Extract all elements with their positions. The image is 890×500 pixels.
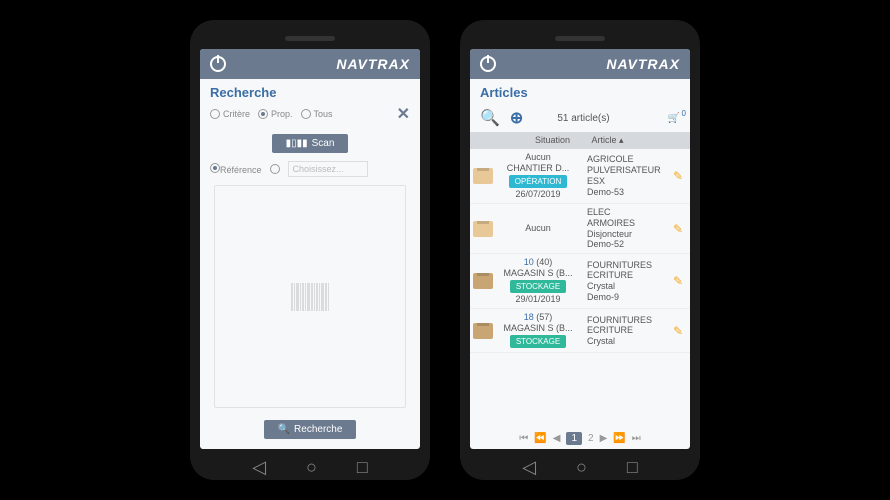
android-nav: ◁ ○ □ — [200, 457, 420, 478]
nav-home-icon[interactable]: ○ — [576, 457, 587, 478]
cell-situation: 18 (57)MAGASIN S (B...STOCKAGE — [497, 312, 579, 349]
table-row[interactable]: Aucun ELECARMOIRESDisjoncteurDemo-52 ✎ — [470, 204, 690, 254]
phone-speaker — [285, 36, 335, 41]
radio-reference[interactable]: Référence — [210, 163, 262, 175]
toolbar: 🔍 ⊕ 51 article(s) 🛒0 — [470, 104, 690, 132]
package-icon — [473, 273, 493, 289]
cell-article: FOURNITURESECRITURECrystal — [583, 315, 669, 347]
scan-button[interactable]: ▮▯▮▮Scan — [272, 134, 349, 153]
search-button[interactable]: 🔍Recherche — [264, 420, 357, 439]
search-icon[interactable]: 🔍 — [480, 108, 500, 128]
cell-article: AGRICOLEPULVERISATEURESXDemo-53 — [583, 154, 669, 197]
pager-page-2[interactable]: 2 — [588, 433, 594, 444]
package-icon — [473, 168, 493, 184]
cell-article: FOURNITURESECRITURECrystalDemo-9 — [583, 260, 669, 303]
power-icon[interactable] — [210, 56, 226, 72]
cart-icon[interactable]: 🛒0 — [668, 113, 680, 124]
package-icon — [473, 221, 493, 237]
close-icon[interactable]: ✕ — [397, 104, 410, 124]
radio-tous[interactable]: Tous — [301, 109, 333, 119]
barcode-placeholder — [291, 283, 329, 311]
table-row[interactable]: AucunCHANTIER D...OPÉRATION26/07/2019AGR… — [470, 149, 690, 204]
android-nav: ◁ ○ □ — [470, 457, 690, 478]
search-icon: 🔍 — [278, 424, 290, 435]
col-article[interactable]: Article ▴ — [580, 135, 635, 146]
pager-prev-icon[interactable]: ◀ — [553, 433, 561, 444]
phone-speaker — [555, 36, 605, 41]
article-count: 51 article(s) — [557, 113, 609, 124]
radio-blank[interactable] — [270, 164, 280, 174]
cell-situation: 10 (40)MAGASIN S (B...STOCKAGE29/01/2019 — [497, 257, 579, 305]
page-title: Articles — [470, 79, 690, 104]
package-icon — [473, 323, 493, 339]
filter-row: Critère Prop. Tous ✕ — [200, 104, 420, 130]
table-row[interactable]: 18 (57)MAGASIN S (B...STOCKAGEFOURNITURE… — [470, 309, 690, 353]
select-dropdown[interactable]: Choisissez... — [288, 161, 368, 177]
edit-icon[interactable]: ✎ — [673, 324, 687, 338]
pager-first-icon[interactable]: ⏮ — [519, 433, 528, 444]
app-header: NAVTRAX — [200, 49, 420, 79]
pager-next-icon[interactable]: ▶ — [600, 433, 608, 444]
screen-right: NAVTRAX Articles 🔍 ⊕ 51 article(s) 🛒0 Si… — [470, 49, 690, 449]
edit-icon[interactable]: ✎ — [673, 222, 687, 236]
barcode-icon: ▮▯▮▮ — [286, 138, 308, 149]
nav-home-icon[interactable]: ○ — [306, 457, 317, 478]
table-header: Situation Article ▴ — [470, 132, 690, 149]
pager-fastback-icon[interactable]: ⏪ — [534, 433, 546, 444]
cell-situation: Aucun — [497, 223, 579, 234]
pager-last-icon[interactable]: ⏭ — [632, 433, 641, 444]
nav-back-icon[interactable]: ◁ — [522, 457, 536, 478]
nav-recent-icon[interactable]: □ — [357, 457, 368, 478]
page-title: Recherche — [200, 79, 420, 104]
scan-preview — [214, 185, 406, 408]
col-situation[interactable]: Situation — [525, 135, 580, 146]
pager-fastfwd-icon[interactable]: ⏩ — [613, 433, 625, 444]
brand-logo: NAVTRAX — [336, 56, 410, 72]
app-header: NAVTRAX — [470, 49, 690, 79]
radio-critere[interactable]: Critère — [210, 109, 250, 119]
power-icon[interactable] — [480, 56, 496, 72]
table-row[interactable]: 10 (40)MAGASIN S (B...STOCKAGE29/01/2019… — [470, 254, 690, 309]
brand-logo: NAVTRAX — [606, 56, 680, 72]
radio-prop[interactable]: Prop. — [258, 109, 293, 119]
cell-article: ELECARMOIRESDisjoncteurDemo-52 — [583, 207, 669, 250]
phone-right: NAVTRAX Articles 🔍 ⊕ 51 article(s) 🛒0 Si… — [460, 20, 700, 480]
edit-icon[interactable]: ✎ — [673, 274, 687, 288]
cart-badge: 0 — [682, 109, 686, 118]
nav-back-icon[interactable]: ◁ — [252, 457, 266, 478]
nav-recent-icon[interactable]: □ — [627, 457, 638, 478]
add-icon[interactable]: ⊕ — [510, 108, 523, 128]
cell-situation: AucunCHANTIER D...OPÉRATION26/07/2019 — [497, 152, 579, 200]
edit-icon[interactable]: ✎ — [673, 169, 687, 183]
phone-left: NAVTRAX Recherche Critère Prop. Tous ✕ ▮… — [190, 20, 430, 480]
pager-page-current[interactable]: 1 — [566, 432, 582, 445]
sort-icon: ▴ — [619, 135, 624, 145]
pager: ⏮ ⏪ ◀ 1 2 ▶ ⏩ ⏭ — [470, 428, 690, 449]
screen-left: NAVTRAX Recherche Critère Prop. Tous ✕ ▮… — [200, 49, 420, 449]
